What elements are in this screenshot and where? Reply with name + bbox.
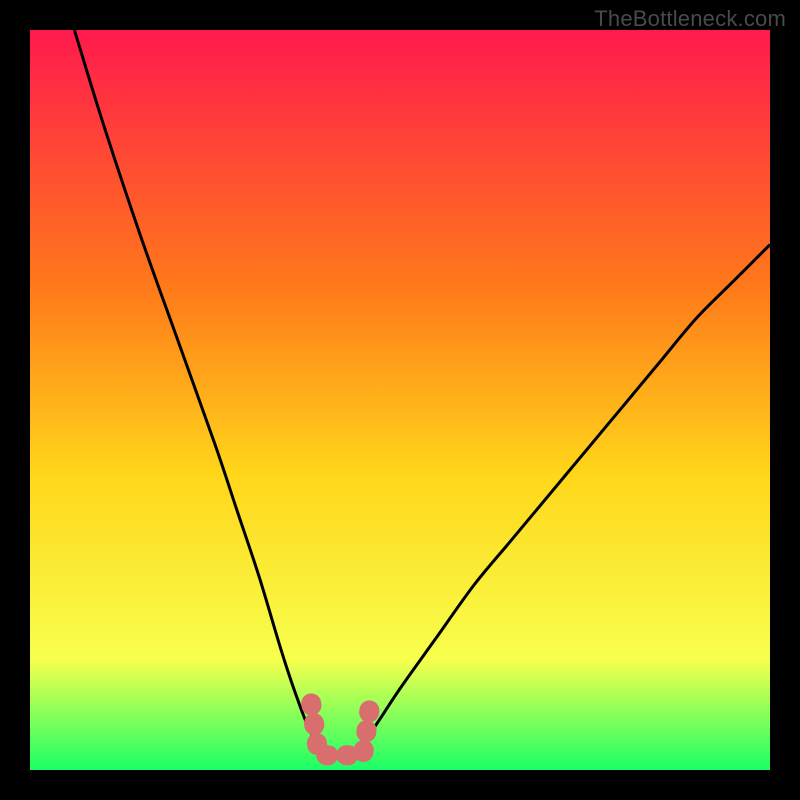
plot-svg — [30, 30, 770, 770]
chart-frame: TheBottleneck.com — [0, 0, 800, 800]
plot-area — [30, 30, 770, 770]
watermark-text: TheBottleneck.com — [594, 6, 786, 32]
gradient-background — [30, 30, 770, 770]
